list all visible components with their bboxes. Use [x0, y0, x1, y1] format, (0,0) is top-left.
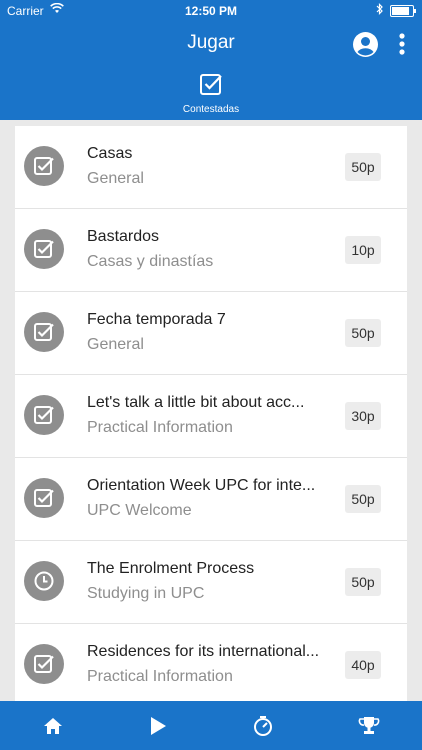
- check-icon: [24, 229, 64, 269]
- tab-play[interactable]: [145, 713, 171, 739]
- item-title: Residences for its international...: [87, 643, 320, 660]
- app-header: Carrier 12:50 PM Jugar Contestadas: [0, 0, 422, 120]
- list-item[interactable]: Let's talk a little bit about acc... Prac…: [15, 375, 407, 458]
- item-title: Bastardos: [87, 228, 160, 245]
- account-button[interactable]: [352, 31, 379, 58]
- check-icon: [24, 312, 64, 352]
- more-options-button[interactable]: [394, 31, 410, 57]
- question-list: Casas General 50p Bastardos Casas y dinastía…: [15, 126, 407, 701]
- item-category: Studying in UPC: [87, 585, 205, 602]
- status-right: [376, 3, 416, 18]
- check-icon: [24, 146, 64, 186]
- item-category: Practical Information: [87, 419, 233, 436]
- tab-contestadas[interactable]: Contestadas: [170, 72, 252, 118]
- tab-home[interactable]: [40, 713, 66, 739]
- item-category: General: [87, 170, 144, 187]
- status-bar: Carrier 12:50 PM: [0, 0, 422, 22]
- points-badge: 10p: [345, 236, 381, 264]
- list-item[interactable]: Residences for its international... Pract…: [15, 624, 407, 701]
- list-item[interactable]: The Enrolment Process Studying in UPC 50p: [15, 541, 407, 624]
- item-category: General: [87, 336, 144, 353]
- item-title: Casas: [87, 145, 133, 162]
- clock-icon: [24, 561, 64, 601]
- battery-icon: [390, 4, 416, 17]
- bottom-tab-bar: [0, 701, 422, 750]
- points-badge: 50p: [345, 568, 381, 596]
- item-title: Fecha temporada 7: [87, 311, 226, 328]
- account-icon: [353, 32, 378, 57]
- list-item[interactable]: Orientation Week UPC for inte... UPC Welc…: [15, 458, 407, 541]
- status-time: 12:50 PM: [184, 4, 238, 18]
- tab-trophy[interactable]: [356, 713, 382, 739]
- list-item[interactable]: Casas General 50p: [15, 126, 407, 209]
- item-title: The Enrolment Process: [87, 560, 255, 577]
- trophy-icon: [358, 717, 380, 734]
- bluetooth-icon: [376, 3, 384, 18]
- checkbox-icon: [200, 74, 222, 95]
- points-badge: 40p: [345, 651, 381, 679]
- points-badge: 30p: [345, 402, 381, 430]
- tab-timer[interactable]: [250, 713, 276, 739]
- item-title: Orientation Week UPC for inte...: [87, 477, 316, 494]
- home-icon: [44, 718, 62, 734]
- check-icon: [24, 395, 64, 435]
- timer-icon: [254, 716, 272, 736]
- check-icon: [24, 478, 64, 518]
- item-title: Let's talk a little bit about acc...: [87, 394, 305, 411]
- check-icon: [24, 644, 64, 684]
- points-badge: 50p: [345, 153, 381, 181]
- item-category: Casas y dinastías: [87, 253, 214, 270]
- list-item[interactable]: Bastardos Casas y dinastías 10p: [15, 209, 407, 292]
- play-icon: [151, 717, 166, 735]
- tab-label: Contestadas: [182, 104, 240, 115]
- points-badge: 50p: [345, 319, 381, 347]
- more-vert-icon: [399, 33, 405, 55]
- points-badge: 50p: [345, 485, 381, 513]
- item-category: UPC Welcome: [87, 502, 192, 519]
- list-item[interactable]: Fecha temporada 7 General 50p: [15, 292, 407, 375]
- item-category: Practical Information: [87, 668, 233, 685]
